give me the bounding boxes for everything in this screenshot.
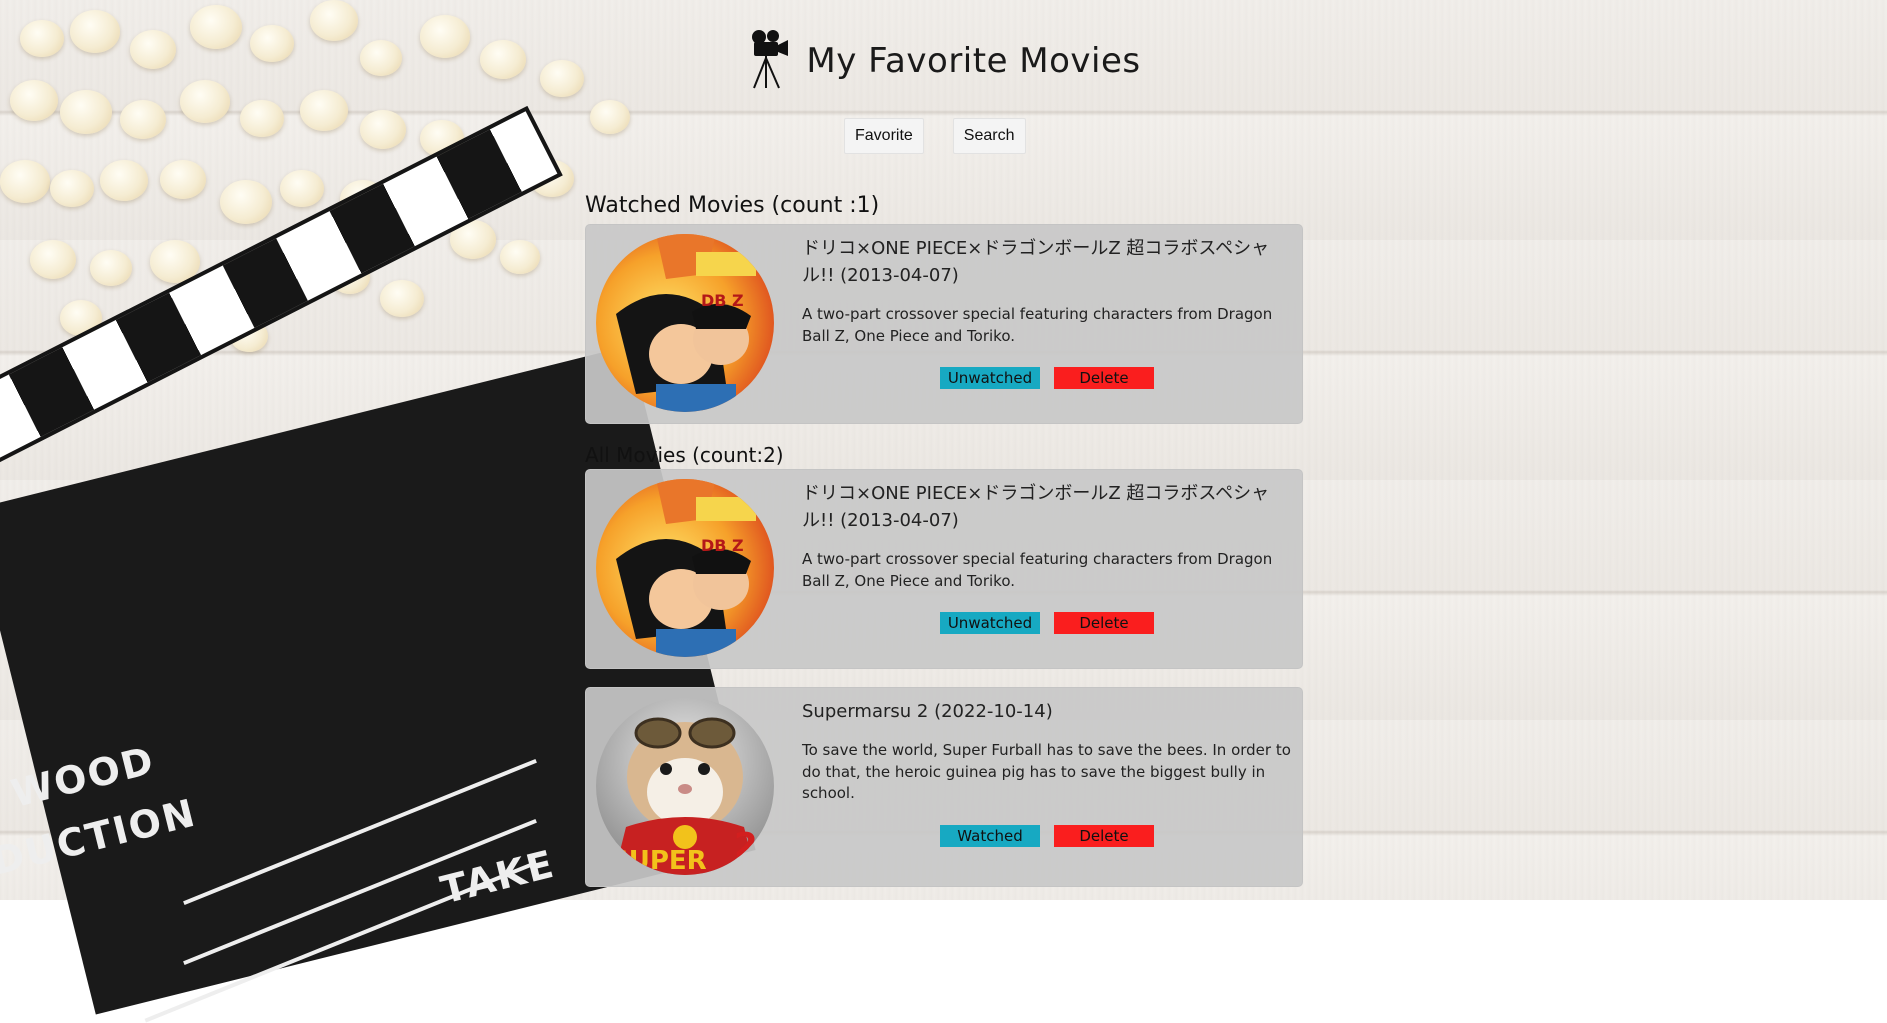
movie-actions: Unwatched Delete xyxy=(940,612,1154,634)
delete-button[interactable]: Delete xyxy=(1054,367,1154,389)
favorite-nav-button[interactable]: Favorite xyxy=(844,118,924,154)
movie-actions: Unwatched Delete xyxy=(940,367,1154,389)
movie-info: ドリコ×ONE PIECE×ドラゴンボールZ 超コラボスペシャル!! (2013… xyxy=(802,235,1292,347)
movie-info: Supermarsu 2 (2022-10-14) To save the wo… xyxy=(802,698,1292,805)
movie-poster: DB Z xyxy=(596,479,774,657)
movie-overview: A two-part crossover special featuring c… xyxy=(802,550,1273,590)
movie-actions: Watched Delete xyxy=(940,825,1154,847)
watched-movies-heading: Watched Movies (count :1) xyxy=(585,193,880,218)
popcorn-kernel xyxy=(590,100,630,134)
movie-title: ドリコ×ONE PIECE×ドラゴンボールZ 超コラボスペシャル!! (2013… xyxy=(802,238,1270,286)
unwatched-button[interactable]: Unwatched xyxy=(940,367,1040,389)
popcorn-kernel xyxy=(90,250,132,286)
popcorn-kernel xyxy=(60,90,112,135)
movie-title: ドリコ×ONE PIECE×ドラゴンボールZ 超コラボスペシャル!! (2013… xyxy=(802,483,1270,531)
svg-text:SUPER: SUPER xyxy=(610,846,707,875)
unwatched-button[interactable]: Unwatched xyxy=(940,612,1040,634)
movie-title: Supermarsu 2 (2022-10-14) xyxy=(802,701,1053,722)
popcorn-kernel xyxy=(30,240,76,280)
movie-card: DB Z ドリコ×ONE PIECE×ドラゴンボールZ 超コラボスペシャル!! … xyxy=(585,224,1303,424)
movie-poster: DB Z xyxy=(596,234,774,412)
film-camera-icon xyxy=(746,28,792,94)
popcorn-kernel xyxy=(0,160,50,203)
movie-overview: A two-part crossover special featuring c… xyxy=(802,305,1273,345)
movie-card: SUPER 2 Supermarsu 2 (2022-10-14) To sav… xyxy=(585,687,1303,887)
popcorn-kernel xyxy=(120,100,166,140)
popcorn-kernel xyxy=(220,180,272,225)
popcorn-kernel xyxy=(50,170,94,208)
movie-card: DB Z ドリコ×ONE PIECE×ドラゴンボールZ 超コラボスペシャル!! … xyxy=(585,469,1303,669)
page-title: My Favorite Movies xyxy=(806,41,1141,81)
movie-info: ドリコ×ONE PIECE×ドラゴンボールZ 超コラボスペシャル!! (2013… xyxy=(802,480,1292,592)
delete-button[interactable]: Delete xyxy=(1054,825,1154,847)
svg-text:2: 2 xyxy=(734,826,758,866)
watched-button[interactable]: Watched xyxy=(940,825,1040,847)
popcorn-kernel xyxy=(160,160,206,200)
popcorn-kernel xyxy=(360,110,406,150)
movie-overview: To save the world, Super Furball has to … xyxy=(802,741,1291,802)
search-nav-button[interactable]: Search xyxy=(952,118,1026,154)
movie-poster: SUPER 2 xyxy=(596,697,774,875)
popcorn-kernel xyxy=(240,100,284,138)
popcorn-kernel xyxy=(500,240,540,274)
delete-button[interactable]: Delete xyxy=(1054,612,1154,634)
page-header: My Favorite Movies xyxy=(0,28,1887,94)
popcorn-kernel xyxy=(300,90,348,131)
svg-text:DB Z: DB Z xyxy=(701,291,744,310)
popcorn-kernel xyxy=(380,280,424,318)
svg-text:DB Z: DB Z xyxy=(701,536,744,555)
all-movies-heading: All Movies (count:2) xyxy=(585,443,784,467)
nav-bar: Favorite Search xyxy=(844,118,1026,154)
popcorn-kernel xyxy=(280,170,324,208)
popcorn-kernel xyxy=(100,160,148,201)
